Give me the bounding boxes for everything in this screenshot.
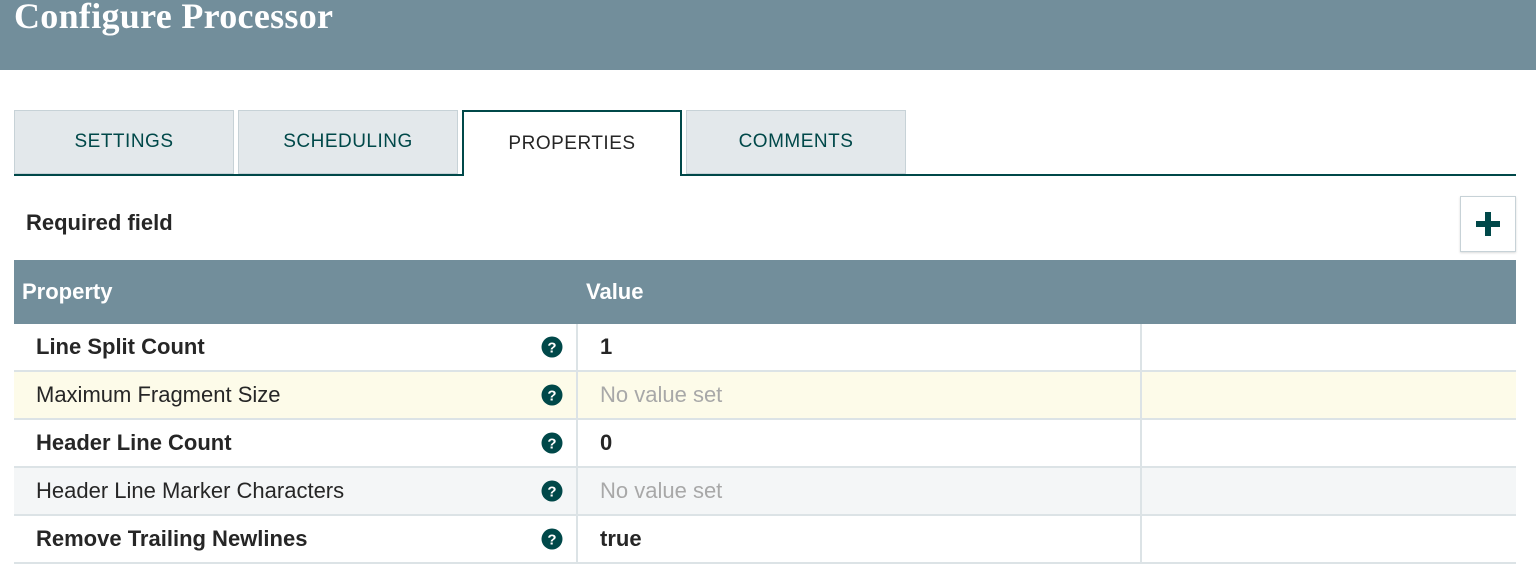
column-divider: [576, 468, 578, 514]
question-circle-icon[interactable]: ?: [541, 336, 563, 358]
column-divider: [576, 324, 578, 370]
svg-text:?: ?: [547, 532, 556, 549]
column-divider: [576, 420, 578, 466]
property-value[interactable]: 0: [600, 420, 612, 466]
question-circle-icon[interactable]: ?: [541, 432, 563, 454]
tab-comments[interactable]: COMMENTS: [686, 110, 906, 174]
properties-table-header: Property Value: [14, 260, 1516, 324]
dialog-header: Configure Processor: [0, 0, 1536, 70]
table-row[interactable]: Remove Trailing Newlines ? true: [14, 516, 1516, 564]
property-name: Maximum Fragment Size: [36, 382, 281, 407]
column-divider: [576, 372, 578, 418]
column-divider: [576, 516, 578, 562]
required-field-label: Required field: [26, 210, 173, 235]
plus-icon: [1476, 212, 1500, 236]
column-header-property: Property: [22, 279, 113, 304]
tab-settings[interactable]: SETTINGS: [14, 110, 234, 174]
table-row[interactable]: Header Line Count ? 0: [14, 420, 1516, 468]
question-circle-icon[interactable]: ?: [541, 480, 563, 502]
question-circle-icon[interactable]: ?: [541, 384, 563, 406]
svg-text:?: ?: [547, 388, 556, 405]
property-name: Header Line Marker Characters: [36, 478, 345, 503]
svg-text:?: ?: [547, 484, 556, 501]
tab-scheduling[interactable]: SCHEDULING: [238, 110, 458, 174]
property-value[interactable]: No value set: [600, 372, 722, 418]
column-divider: [1140, 516, 1142, 562]
svg-text:?: ?: [547, 436, 556, 453]
table-row[interactable]: Maximum Fragment Size ? No value set: [14, 372, 1516, 420]
property-name: Header Line Count: [36, 430, 232, 455]
column-divider: [1140, 468, 1142, 514]
property-value[interactable]: 1: [600, 324, 612, 370]
svg-text:?: ?: [547, 340, 556, 357]
table-row[interactable]: Line Split Count ? 1: [14, 324, 1516, 372]
tab-bar: SETTINGS SCHEDULING PROPERTIES COMMENTS: [14, 110, 1516, 176]
column-divider: [1140, 420, 1142, 466]
property-value[interactable]: true: [600, 516, 642, 562]
column-header-value: Value: [586, 279, 644, 304]
column-divider: [1140, 324, 1142, 370]
tab-properties[interactable]: PROPERTIES: [462, 110, 682, 176]
column-divider: [1140, 372, 1142, 418]
dialog-title: Configure Processor: [14, 0, 334, 36]
add-property-button[interactable]: [1460, 196, 1516, 252]
question-circle-icon[interactable]: ?: [541, 528, 563, 550]
property-name: Remove Trailing Newlines: [36, 526, 308, 551]
property-name: Line Split Count: [36, 334, 205, 359]
property-value[interactable]: No value set: [600, 468, 722, 514]
table-row[interactable]: Header Line Marker Characters ? No value…: [14, 468, 1516, 516]
properties-table-body: Line Split Count ? 1 Maximum Fragment Si…: [14, 324, 1516, 564]
